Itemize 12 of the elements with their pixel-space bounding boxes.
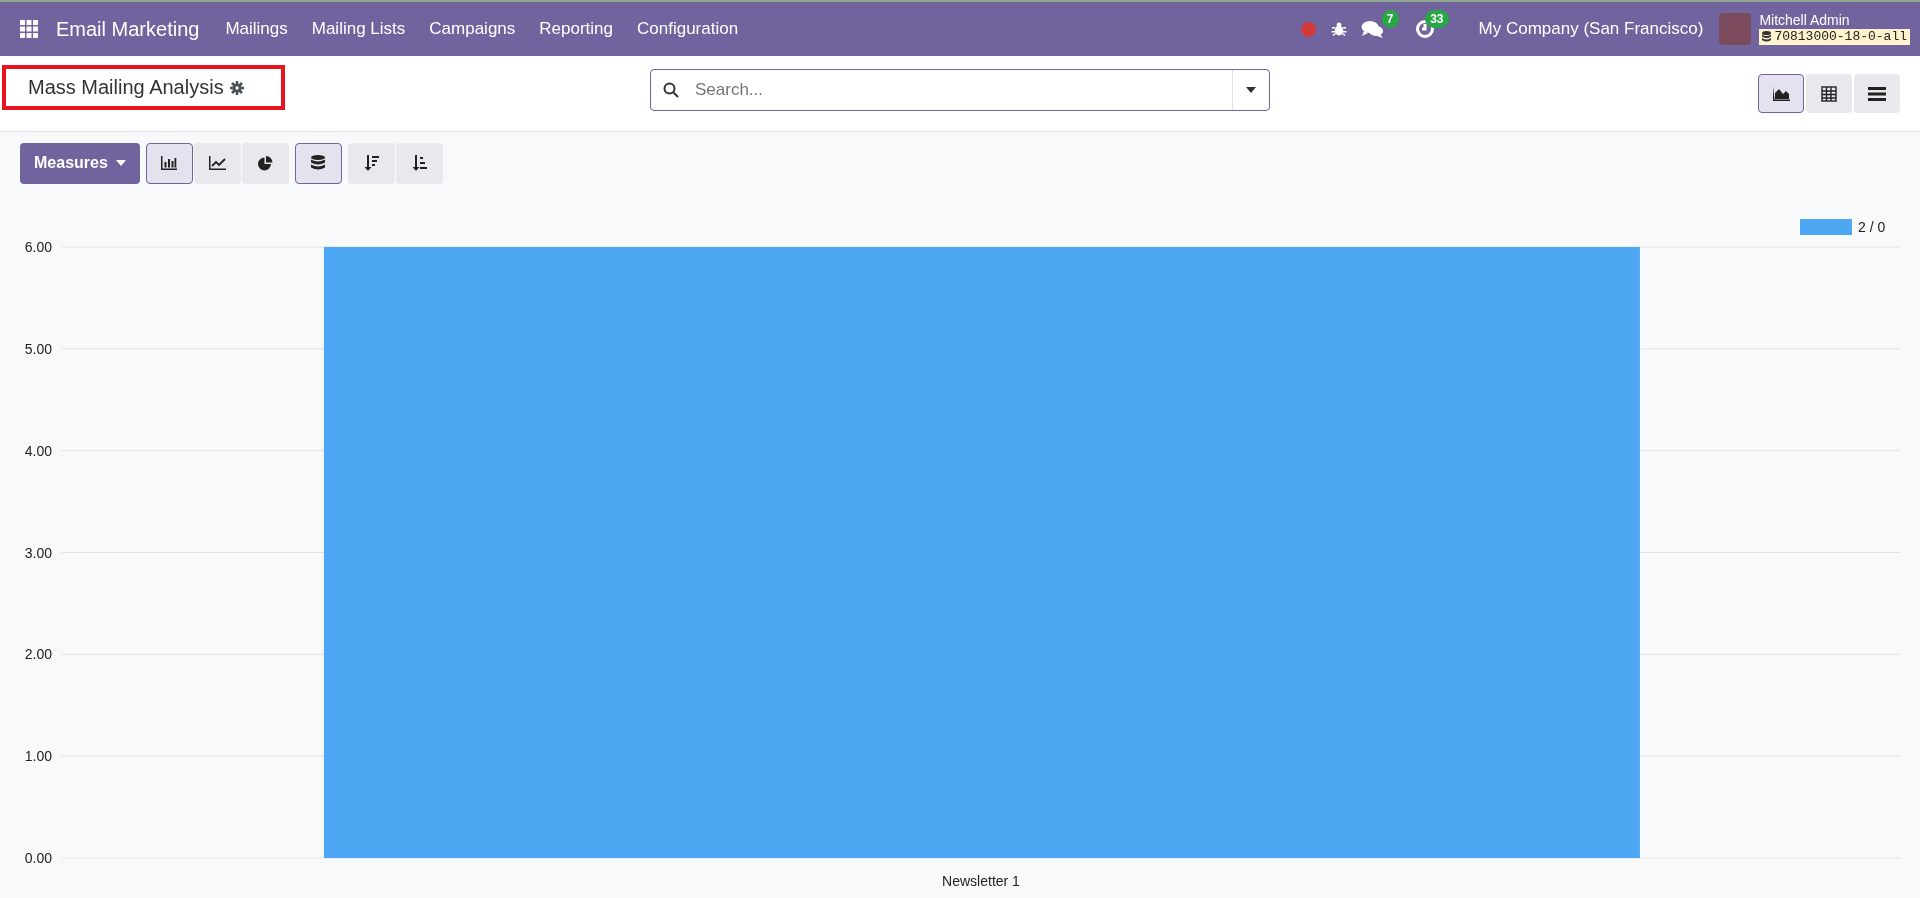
y-axis-label: 5.00	[24, 340, 52, 357]
y-axis-label: 4.00	[24, 442, 52, 459]
y-axis-label: 6.00	[24, 239, 52, 255]
y-axis-label: 3.00	[24, 544, 52, 561]
y-axis-label: 0.00	[24, 850, 52, 866]
page-title: Mass Mailing Analysis	[28, 76, 224, 99]
message-count-badge: 7	[1381, 10, 1399, 28]
y-axis-label: 1.00	[24, 748, 52, 765]
x-axis-label: Newsletter 1	[942, 873, 1020, 889]
database-badge: 70813000-18-0-all	[1759, 28, 1910, 45]
activity-count-badge: 33	[1425, 10, 1449, 28]
y-axis-label: 2.00	[24, 646, 52, 663]
